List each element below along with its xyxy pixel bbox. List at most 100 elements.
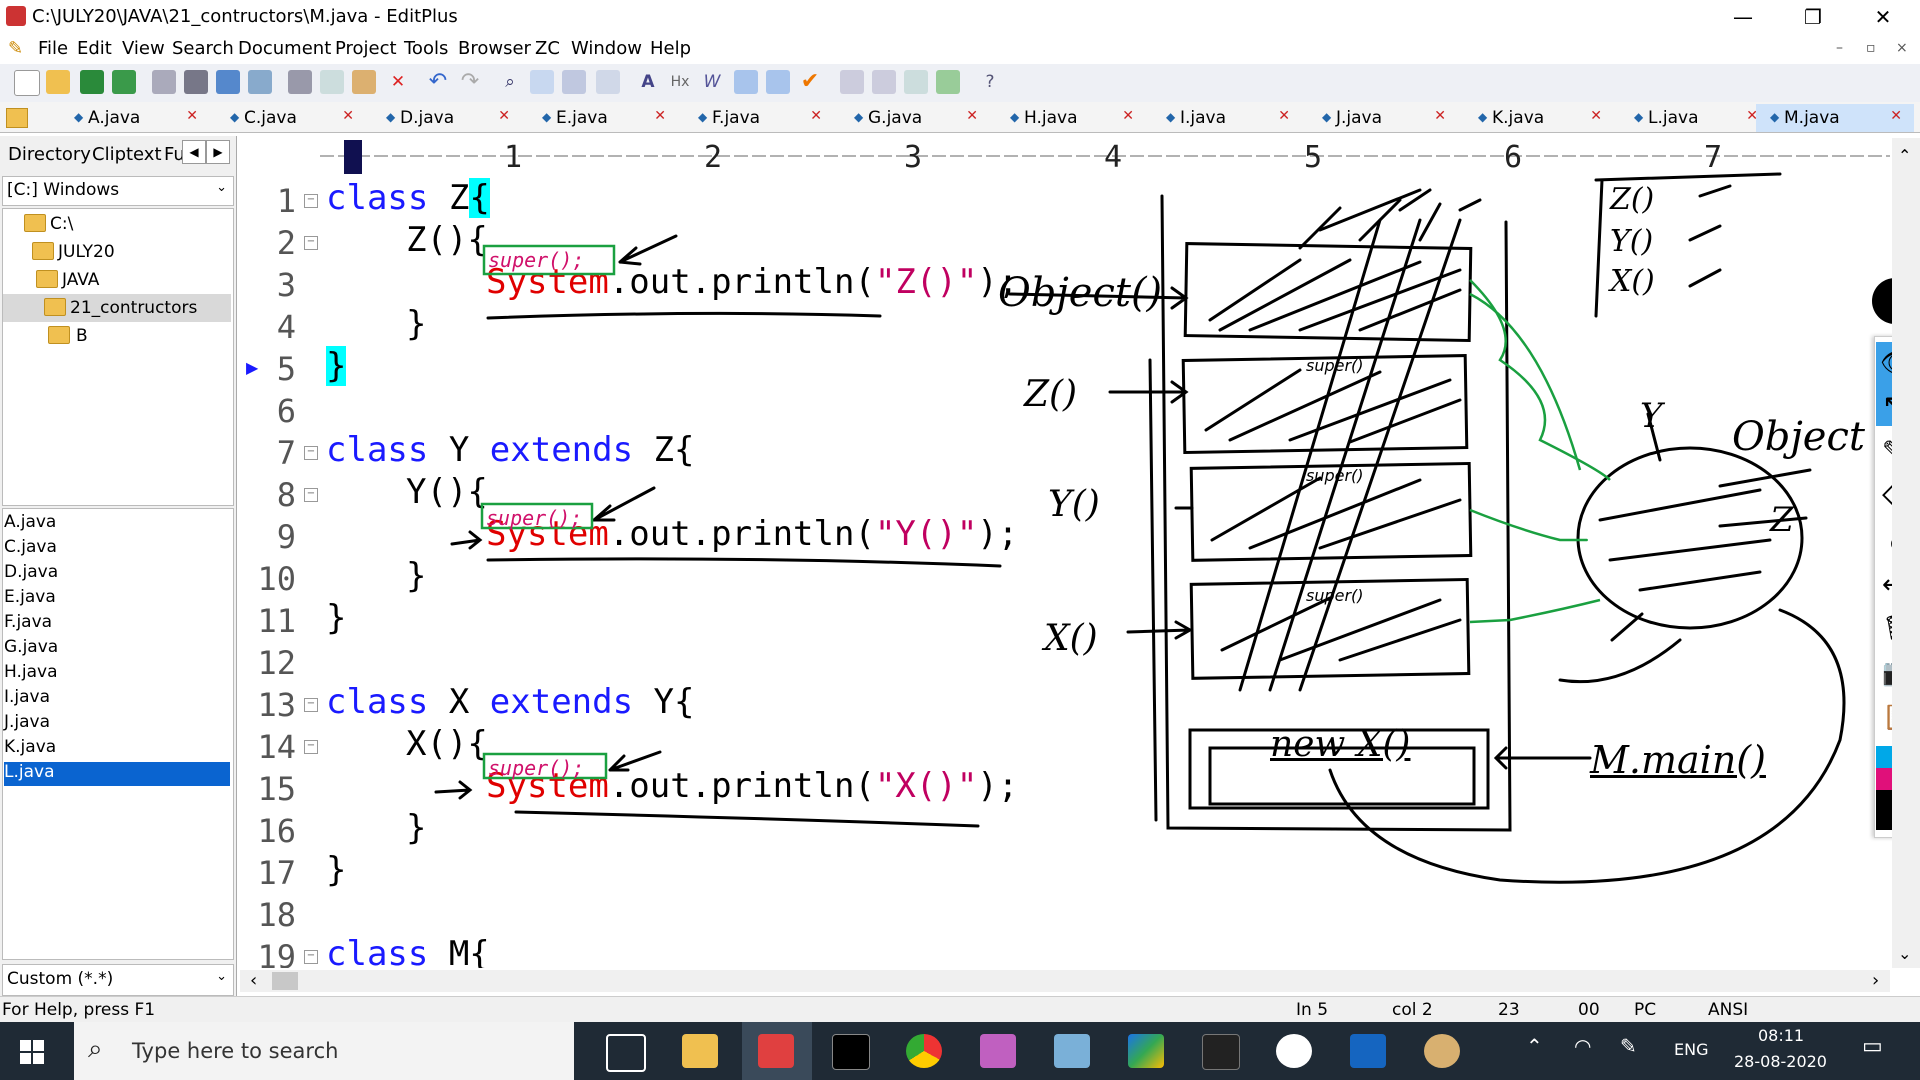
tab-l-java[interactable]: ◆ L.java ✕: [1620, 104, 1770, 132]
copy-icon[interactable]: [320, 70, 344, 94]
close-tab-icon[interactable]: ✕: [186, 108, 198, 124]
tab-directory[interactable]: Directory: [8, 144, 91, 165]
drive-select[interactable]: [C:] Windows ⌄: [2, 176, 234, 206]
whiteboard-icon[interactable]: [1350, 1034, 1386, 1068]
replace-icon[interactable]: [530, 70, 554, 94]
goto-icon[interactable]: [596, 70, 620, 94]
close-tab-icon[interactable]: ✕: [1122, 108, 1134, 124]
tab-f-java[interactable]: ◆ F.java ✕: [684, 104, 834, 132]
restore-button[interactable]: ❐: [1784, 0, 1842, 34]
windows-start-icon[interactable]: [20, 1040, 44, 1064]
font-icon[interactable]: A: [636, 70, 660, 94]
tab-d-java[interactable]: ◆ D.java ✕: [372, 104, 522, 132]
tab-h-java[interactable]: ◆ H.java ✕: [996, 104, 1146, 132]
hex-icon[interactable]: Hx: [668, 70, 692, 94]
menu-document[interactable]: Document: [238, 38, 331, 59]
menu-project[interactable]: Project: [335, 38, 397, 59]
clock-time[interactable]: 08:11: [1758, 1026, 1804, 1045]
task-view-icon[interactable]: [606, 1034, 646, 1072]
tile-icon[interactable]: [936, 70, 960, 94]
close-tab-icon[interactable]: ✕: [654, 108, 666, 124]
notes-app-icon[interactable]: [1054, 1034, 1090, 1068]
mdi-restore-button[interactable]: ▫: [1866, 40, 1876, 56]
chevron-up-icon[interactable]: ⌃: [1526, 1034, 1543, 1058]
notification-icon[interactable]: ▭: [1862, 1034, 1883, 1059]
horizontal-scrollbar[interactable]: [240, 970, 1890, 992]
fold-toggle[interactable]: −: [304, 488, 318, 502]
mysql-icon[interactable]: [1202, 1034, 1240, 1070]
output-window-icon[interactable]: [904, 70, 928, 94]
panel-tab-left-button[interactable]: ◀: [182, 140, 206, 164]
vertical-scrollbar[interactable]: [1892, 138, 1920, 968]
find-in-files-icon[interactable]: [562, 70, 586, 94]
context-help-icon[interactable]: ?: [978, 70, 1002, 94]
tab-c-java[interactable]: ◆ C.java ✕: [216, 104, 366, 132]
file-item-e-java[interactable]: E.java: [4, 587, 230, 611]
close-tab-icon[interactable]: ✕: [342, 108, 354, 124]
file-item-a-java[interactable]: A.java: [4, 512, 230, 536]
menu-help[interactable]: Help: [650, 38, 691, 59]
fold-toggle[interactable]: −: [304, 446, 318, 460]
close-tab-icon[interactable]: ✕: [966, 108, 978, 124]
cut-icon[interactable]: [288, 70, 312, 94]
save-icon[interactable]: [80, 70, 104, 94]
file-item-g-java[interactable]: G.java: [4, 637, 230, 661]
fold-toggle[interactable]: −: [304, 698, 318, 712]
menu-zc[interactable]: ZC: [535, 38, 560, 59]
menu-view[interactable]: View: [122, 38, 165, 59]
directory-window-icon[interactable]: [840, 70, 864, 94]
delete-icon[interactable]: ✕: [386, 70, 410, 94]
minimize-button[interactable]: —: [1714, 0, 1772, 34]
print-icon[interactable]: [184, 70, 208, 94]
tree-item-july20[interactable]: JULY20: [58, 242, 115, 262]
fold-toggle[interactable]: −: [304, 194, 318, 208]
scroll-down-icon[interactable]: ⌄: [1898, 944, 1911, 963]
paste-icon[interactable]: [352, 70, 376, 94]
line-number-toggle-icon[interactable]: [766, 70, 790, 94]
cliptext-window-icon[interactable]: [872, 70, 896, 94]
word-wrap-icon[interactable]: W: [700, 70, 724, 94]
tree-item-21-contructors[interactable]: 21_contructors: [70, 298, 197, 318]
browser-view-icon[interactable]: [248, 70, 272, 94]
redo-icon[interactable]: ↷: [458, 70, 482, 94]
menu-search[interactable]: Search: [172, 38, 234, 59]
close-button[interactable]: ✕: [1854, 0, 1912, 34]
print-preview-icon[interactable]: [152, 70, 176, 94]
file-item-c-java[interactable]: C.java: [4, 537, 230, 561]
scroll-right-icon[interactable]: ›: [1872, 970, 1879, 991]
tree-item-b[interactable]: B: [76, 326, 88, 346]
file-explorer-icon[interactable]: [682, 1034, 718, 1068]
menu-window[interactable]: Window: [571, 38, 642, 59]
tab-a-java[interactable]: ◆ A.java ✕: [60, 104, 210, 132]
chrome-icon[interactable]: [906, 1034, 942, 1068]
paint-app-icon[interactable]: [980, 1034, 1016, 1068]
close-tab-icon[interactable]: ✕: [1434, 108, 1446, 124]
panel-tab-right-button[interactable]: ▶: [206, 140, 230, 164]
tab-g-java[interactable]: ◆ G.java ✕: [840, 104, 990, 132]
spellcheck-icon[interactable]: [216, 70, 240, 94]
tab-i-java[interactable]: ◆ I.java ✕: [1152, 104, 1302, 132]
tab-m-java[interactable]: ◆ M.java ✕: [1756, 104, 1914, 132]
terminal-icon[interactable]: [832, 1034, 870, 1070]
tree-item-c[interactable]: C:\: [50, 214, 73, 234]
check-icon[interactable]: ✔: [798, 70, 822, 94]
tab-cliptext[interactable]: Cliptext: [92, 144, 162, 165]
file-item-h-java[interactable]: H.java: [4, 662, 230, 686]
file-item-j-java[interactable]: J.java: [4, 712, 230, 736]
close-tab-icon[interactable]: ✕: [810, 108, 822, 124]
horizontal-scroll-thumb[interactable]: [272, 972, 298, 990]
close-tab-icon[interactable]: ✕: [1890, 108, 1902, 124]
scroll-up-icon[interactable]: ⌃: [1898, 146, 1911, 165]
google-drive-icon[interactable]: [1128, 1034, 1164, 1068]
clock-date[interactable]: 28-08-2020: [1734, 1052, 1827, 1071]
editplus-taskbar-icon[interactable]: [758, 1034, 794, 1068]
menu-file[interactable]: File: [38, 38, 68, 59]
pen-app-icon[interactable]: [1276, 1034, 1312, 1068]
wifi-icon[interactable]: ◠: [1574, 1034, 1591, 1058]
save-all-icon[interactable]: [112, 70, 136, 94]
mdi-minimize-button[interactable]: –: [1836, 40, 1843, 56]
file-item-l-java[interactable]: L.java: [4, 762, 230, 786]
file-item-d-java[interactable]: D.java: [4, 562, 230, 586]
file-filter-select[interactable]: Custom (*.*) ⌄: [2, 964, 234, 996]
fold-toggle[interactable]: −: [304, 740, 318, 754]
